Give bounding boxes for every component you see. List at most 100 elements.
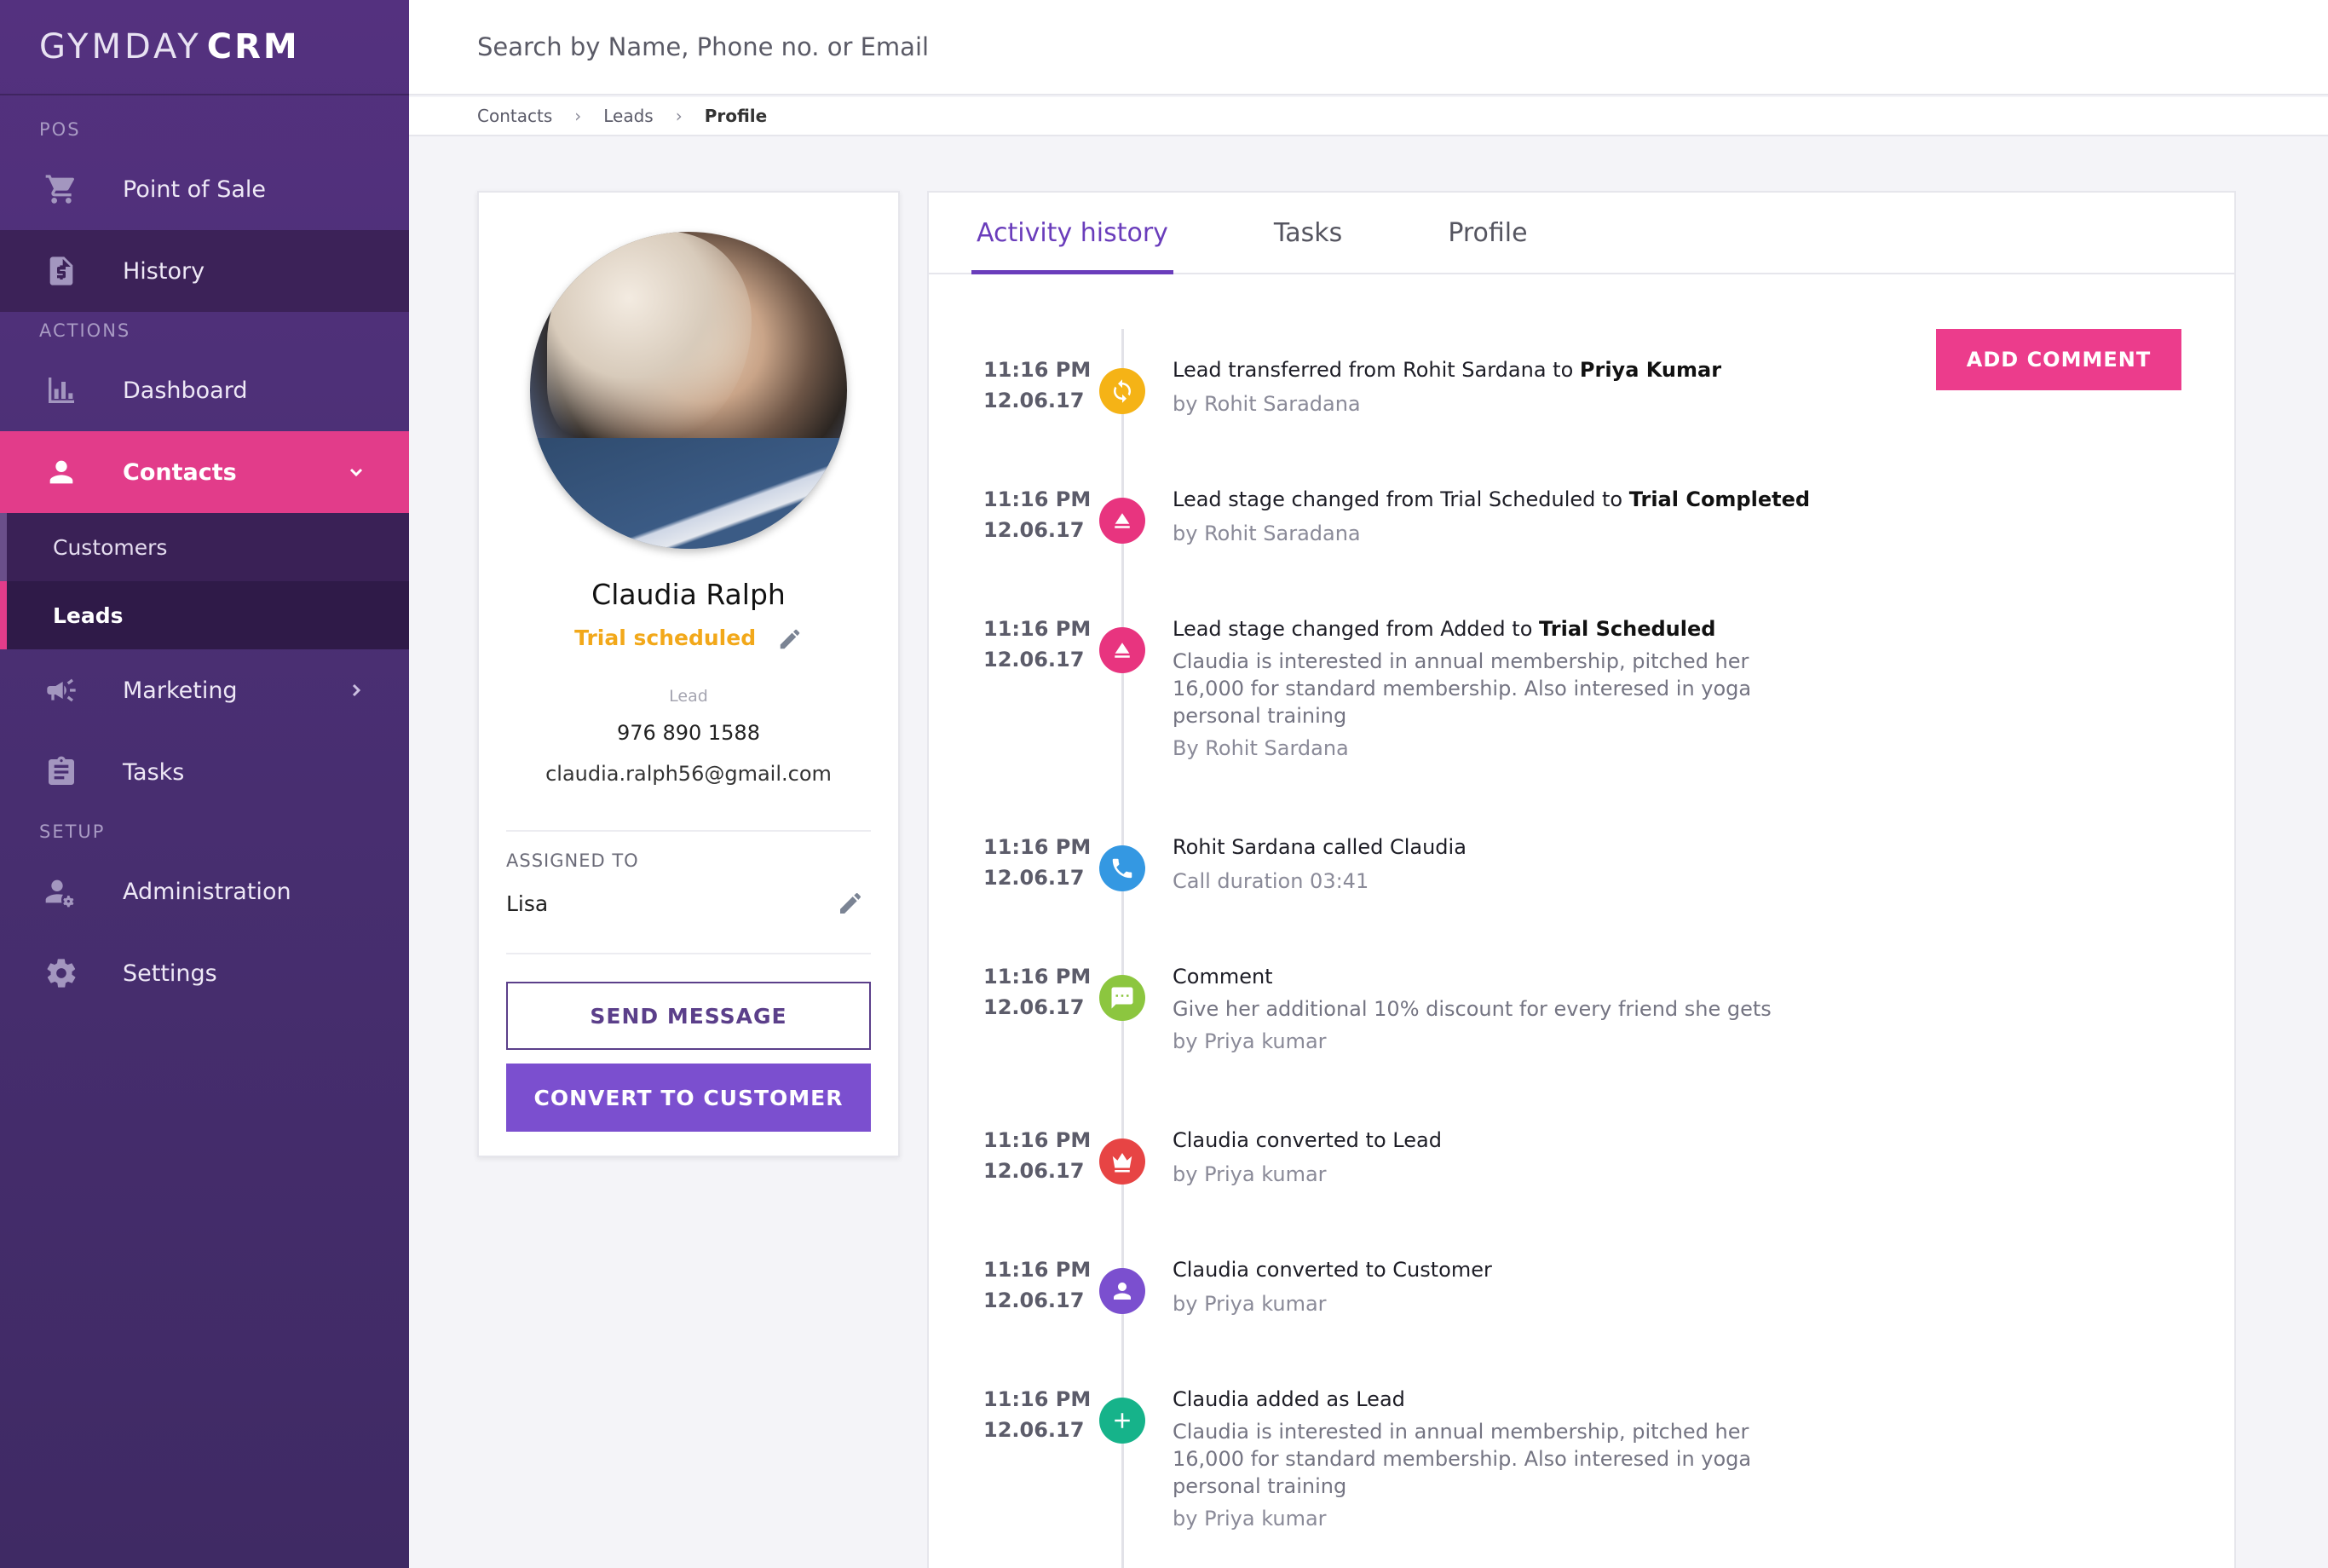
contact-type: Lead bbox=[669, 687, 708, 706]
event-description: Give her additional 10% discount for eve… bbox=[1173, 997, 1772, 1021]
event-title: Claudia converted to Lead bbox=[1173, 1128, 1442, 1152]
person-icon bbox=[43, 453, 80, 491]
event-time: 11:16 PM 12.06.17 bbox=[983, 617, 1092, 672]
person-icon bbox=[1099, 1268, 1145, 1314]
sidebar-item-tasks[interactable]: Tasks bbox=[0, 731, 409, 813]
send-message-button[interactable]: SEND MESSAGE bbox=[506, 982, 871, 1050]
event-time: 11:16 PM 12.06.17 bbox=[983, 487, 1092, 542]
event-author: by Priya kumar bbox=[1173, 1507, 1327, 1531]
sidebar-item-label: Dashboard bbox=[123, 377, 248, 404]
crown-icon bbox=[1099, 1139, 1145, 1185]
event-title: Lead transferred from Rohit Sardana to P… bbox=[1173, 358, 1722, 382]
sidebar-item-label: Tasks bbox=[123, 758, 185, 786]
tab-tasks[interactable]: Tasks bbox=[1274, 193, 1342, 273]
avatar bbox=[530, 232, 847, 549]
sidebar-item-label: Marketing bbox=[123, 677, 238, 704]
breadcrumb-profile: Profile bbox=[704, 106, 768, 126]
event-time: 11:16 PM 12.06.17 bbox=[983, 1258, 1092, 1312]
tab-profile[interactable]: Profile bbox=[1448, 193, 1527, 273]
plus-icon bbox=[1099, 1398, 1145, 1444]
profile-card: Claudia Ralph Trial scheduled Lead 976 8… bbox=[477, 191, 900, 1157]
sidebar-item-history[interactable]: History bbox=[0, 230, 409, 312]
profile-phone: 976 890 1588 bbox=[617, 721, 760, 745]
profile-stage: Trial scheduled bbox=[479, 625, 898, 652]
tab-activity-history[interactable]: Activity history bbox=[971, 193, 1173, 274]
sidebar-item-label: Contacts bbox=[123, 458, 237, 486]
event-time: 11:16 PM 12.06.17 bbox=[983, 835, 1092, 890]
assigned-to-name: Lisa bbox=[506, 891, 549, 916]
search-input[interactable] bbox=[477, 32, 1500, 61]
event-title: Comment bbox=[1173, 965, 1273, 989]
avatar-shirt-shape bbox=[530, 438, 847, 549]
sidebar-item-marketing[interactable]: Marketing bbox=[0, 649, 409, 731]
brand-logo[interactable]: GYMDAY CRM bbox=[0, 0, 409, 95]
sidebar-item-label: Settings bbox=[123, 960, 217, 987]
eject-icon bbox=[1099, 498, 1145, 544]
breadcrumb: Contacts › Leads › Profile bbox=[409, 97, 2328, 136]
sidebar-subitem-customers[interactable]: Customers bbox=[0, 513, 409, 581]
section-title-pos: POS bbox=[39, 119, 81, 140]
divider bbox=[506, 953, 871, 954]
sidebar-item-contacts[interactable]: Contacts bbox=[0, 431, 409, 513]
assigned-to-title: ASSIGNED TO bbox=[506, 850, 639, 871]
event-title: Lead stage changed from Added to Trial S… bbox=[1173, 617, 1716, 641]
event-title: Lead stage changed from Trial Scheduled … bbox=[1173, 487, 1811, 511]
event-author: by Priya kumar bbox=[1173, 1029, 1327, 1053]
comment-icon bbox=[1099, 975, 1145, 1021]
brand-bold: CRM bbox=[206, 27, 300, 66]
tab-bar: Activity history Tasks Profile bbox=[929, 193, 2234, 274]
megaphone-icon bbox=[43, 672, 80, 709]
bar-chart-icon bbox=[43, 372, 80, 409]
clipboard-icon bbox=[43, 753, 80, 791]
sidebar-item-label: Point of Sale bbox=[123, 176, 267, 203]
section-title-actions: ACTIONS bbox=[39, 320, 131, 341]
user-gear-icon bbox=[43, 873, 80, 910]
event-author: by Rohit Saradana bbox=[1173, 392, 1361, 416]
pencil-icon[interactable] bbox=[777, 626, 803, 652]
event-title: Claudia added as Lead bbox=[1173, 1387, 1405, 1411]
sidebar-subitem-leads[interactable]: Leads bbox=[0, 581, 409, 649]
event-author: by Rohit Saradana bbox=[1173, 522, 1361, 545]
breadcrumb-leads[interactable]: Leads bbox=[603, 106, 653, 126]
top-bar bbox=[409, 0, 2328, 95]
event-detail: Call duration 03:41 bbox=[1173, 869, 1369, 893]
event-author: By Rohit Sardana bbox=[1173, 736, 1349, 760]
profile-name: Claudia Ralph bbox=[591, 578, 786, 611]
pencil-icon[interactable] bbox=[837, 890, 864, 917]
phone-icon bbox=[1099, 845, 1145, 891]
sidebar-item-administration[interactable]: Administration bbox=[0, 850, 409, 932]
avatar-hair-shape bbox=[547, 232, 752, 453]
sync-icon bbox=[1099, 368, 1145, 414]
chevron-right-icon[interactable] bbox=[346, 680, 366, 700]
event-title: Rohit Sardana called Claudia bbox=[1173, 835, 1467, 859]
sidebar-item-label: History bbox=[123, 257, 205, 285]
cart-icon bbox=[43, 170, 80, 208]
brand-light: GYMDAY bbox=[39, 27, 202, 66]
event-author: by Priya kumar bbox=[1173, 1162, 1327, 1186]
activity-panel: Activity history Tasks Profile ADD COMME… bbox=[927, 191, 2236, 1568]
event-description: Claudia is interested in annual membersh… bbox=[1173, 649, 1752, 728]
sidebar-item-dashboard[interactable]: Dashboard bbox=[0, 349, 409, 431]
event-time: 11:16 PM 12.06.17 bbox=[983, 358, 1092, 412]
convert-to-customer-button[interactable]: CONVERT TO CUSTOMER bbox=[506, 1064, 871, 1132]
stage-label: Trial scheduled bbox=[574, 625, 757, 650]
event-time: 11:16 PM 12.06.17 bbox=[983, 1387, 1092, 1442]
eject-icon bbox=[1099, 627, 1145, 673]
event-description: Claudia is interested in annual membersh… bbox=[1173, 1420, 1752, 1498]
section-title-setup: SETUP bbox=[39, 821, 106, 842]
chevron-right-icon: › bbox=[675, 106, 683, 126]
sidebar-item-point-of-sale[interactable]: Point of Sale bbox=[0, 148, 409, 230]
sidebar: GYMDAY CRM POS Point of Sale History ACTI… bbox=[0, 0, 409, 1568]
sidebar-item-label: Administration bbox=[123, 878, 291, 905]
event-time: 11:16 PM 12.06.17 bbox=[983, 1128, 1092, 1183]
event-title: Claudia converted to Customer bbox=[1173, 1258, 1492, 1282]
divider bbox=[506, 830, 871, 832]
sidebar-item-settings[interactable]: Settings bbox=[0, 932, 409, 1014]
chevron-down-icon[interactable] bbox=[346, 462, 366, 482]
chevron-right-icon: › bbox=[574, 106, 582, 126]
add-comment-button[interactable]: ADD COMMENT bbox=[1936, 329, 2181, 390]
gear-icon bbox=[43, 954, 80, 992]
event-time: 11:16 PM 12.06.17 bbox=[983, 965, 1092, 1019]
breadcrumb-contacts[interactable]: Contacts bbox=[477, 106, 552, 126]
receipt-icon bbox=[43, 252, 80, 290]
